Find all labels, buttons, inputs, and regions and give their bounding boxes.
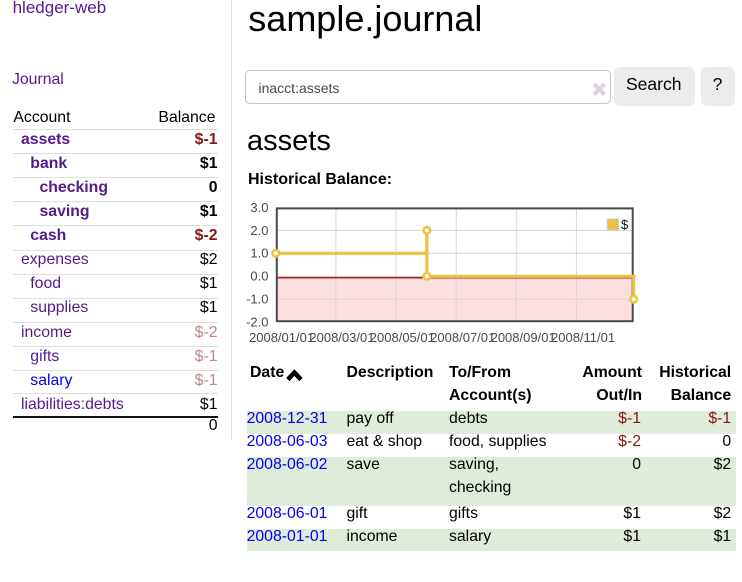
svg-text:0.0: 0.0 <box>250 269 268 284</box>
svg-text:1.0: 1.0 <box>250 246 268 261</box>
svg-text:2008/07/01: 2008/07/01 <box>430 330 495 345</box>
svg-text:2008/05/01: 2008/05/01 <box>370 330 435 345</box>
svg-text:2008/11/01: 2008/11/01 <box>551 330 615 345</box>
svg-text:$: $ <box>621 217 629 232</box>
svg-text:2008/03/01: 2008/03/01 <box>309 330 374 345</box>
svg-text:2008/01/01: 2008/01/01 <box>249 330 314 345</box>
svg-text:-1.0: -1.0 <box>246 292 268 307</box>
svg-text:-2.0: -2.0 <box>246 315 268 330</box>
svg-text:2.0: 2.0 <box>250 223 268 238</box>
svg-text:2008/09/01: 2008/09/01 <box>491 330 556 345</box>
svg-text:3.0: 3.0 <box>250 200 268 215</box>
